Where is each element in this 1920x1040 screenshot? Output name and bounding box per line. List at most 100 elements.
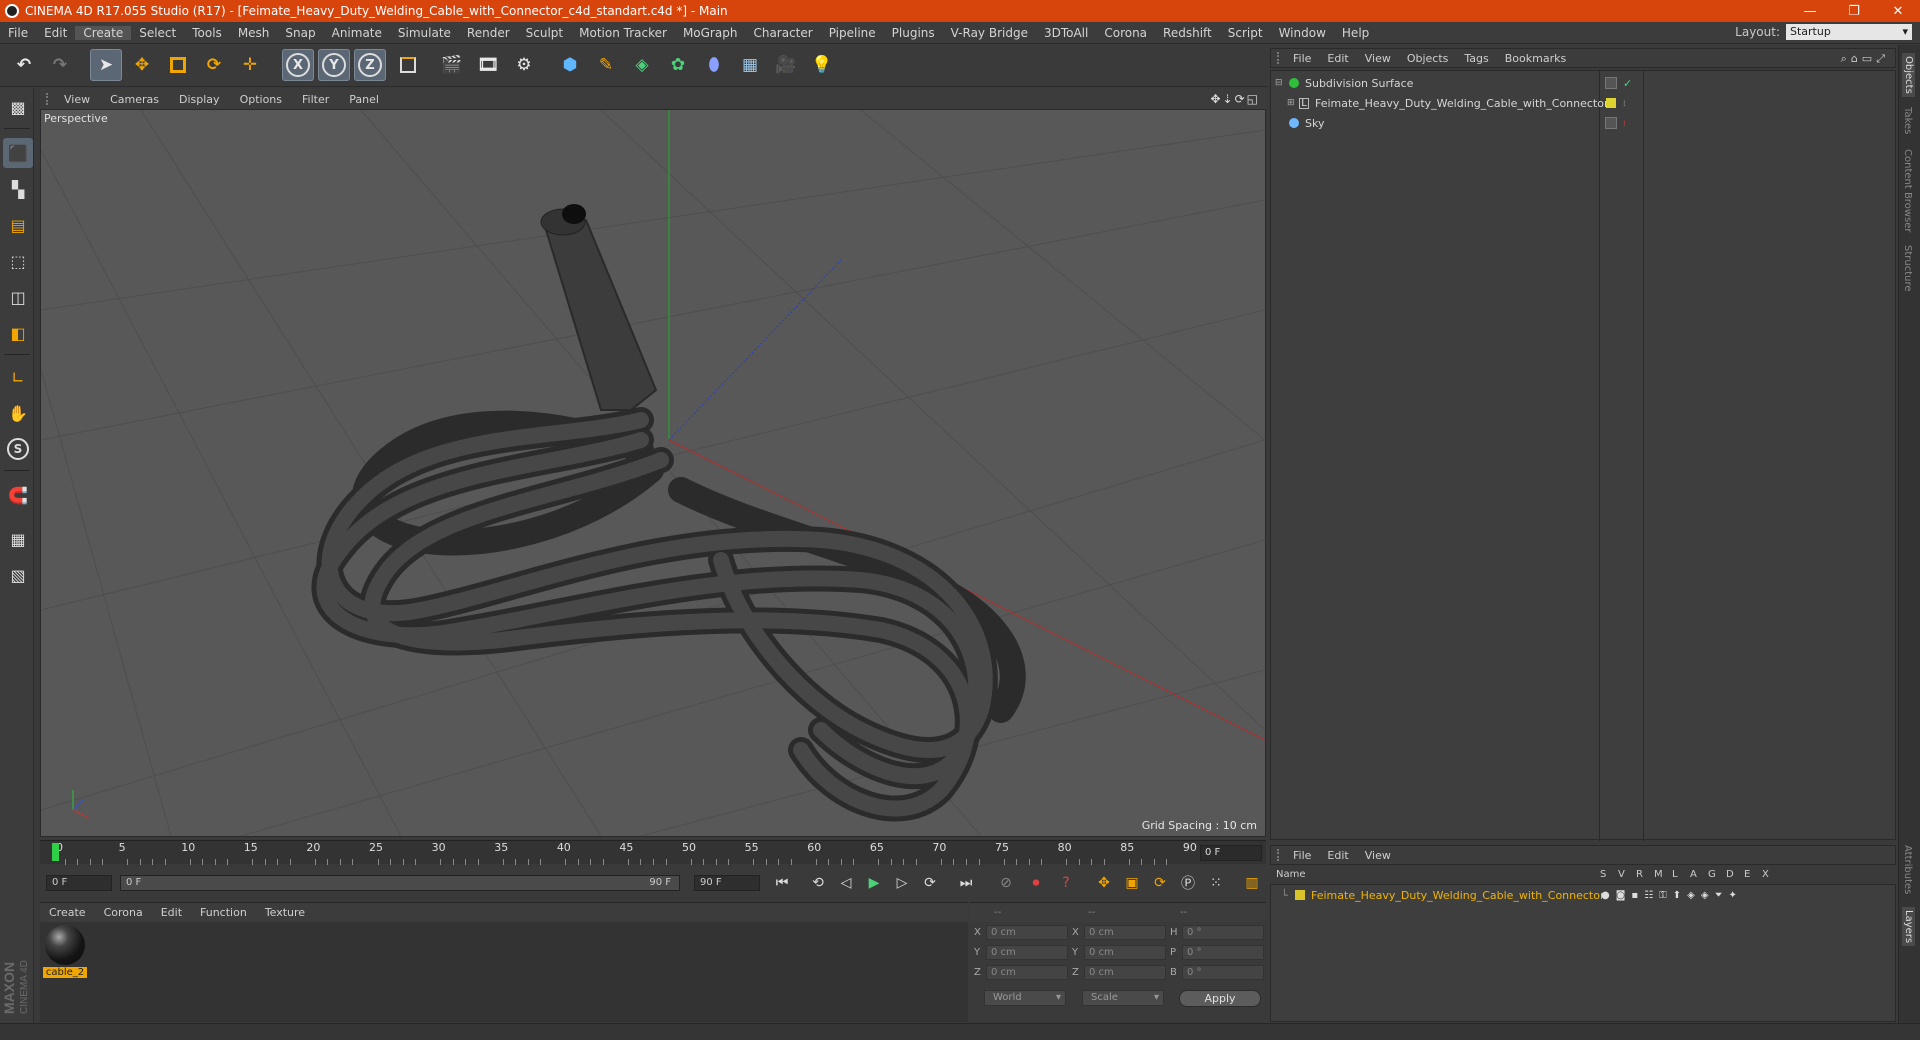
previous-key-icon[interactable]: ⟲ [806, 872, 830, 894]
magnet-icon[interactable]: 🧲 [3, 480, 33, 510]
editor-visibility-icon[interactable] [1605, 117, 1617, 129]
menu-animate[interactable]: Animate [324, 26, 390, 40]
menu-3dtoall[interactable]: 3DToAll [1036, 26, 1096, 40]
floor-icon[interactable]: ▦ [734, 49, 766, 81]
previous-frame-icon[interactable]: ◁ [834, 872, 858, 894]
layer-row[interactable]: └ Feimate_Heavy_Duty_Welding_Cable_with_… [1271, 885, 1895, 905]
start-frame-field[interactable]: 0 F [46, 875, 112, 891]
workplane-icon[interactable]: ▤ [3, 210, 33, 240]
go-to-end-icon[interactable]: ⏭ [954, 872, 978, 894]
autokey-icon[interactable]: ⏺ [1024, 872, 1048, 894]
tweak-icon[interactable]: ✋ [3, 398, 33, 428]
viewport-menu-view[interactable]: View [54, 93, 100, 106]
visibility-dots-icon[interactable]: ⁞ [1623, 99, 1626, 108]
points-mode-icon[interactable]: ⬚ [3, 246, 33, 276]
layer-flags-icon[interactable]: ●◙▪☷⚿⬆◈◈⏷✦ [1601, 890, 1743, 901]
menu-mesh[interactable]: Mesh [230, 26, 278, 40]
menu-create[interactable]: Create [75, 25, 132, 40]
menu-sculpt[interactable]: Sculpt [518, 26, 571, 40]
menu-window[interactable]: Window [1271, 26, 1334, 40]
rotate-icon[interactable]: ⟳ [198, 49, 230, 81]
object-menu-bookmarks[interactable]: Bookmarks [1497, 52, 1574, 65]
keyframe-selection-icon[interactable]: ? [1054, 872, 1078, 894]
move-icon[interactable]: ✥ [126, 49, 158, 81]
rot-h-field[interactable]: 0 ° [1182, 925, 1264, 940]
material-menu-function[interactable]: Function [191, 906, 256, 919]
world-coord-icon[interactable] [392, 49, 424, 81]
pen-icon[interactable]: ✎ [590, 49, 622, 81]
panel-grip[interactable] [1277, 849, 1285, 861]
menu-pipeline[interactable]: Pipeline [821, 26, 884, 40]
polygons-mode-icon[interactable]: ◧ [3, 318, 33, 348]
menu-redshift[interactable]: Redshift [1155, 26, 1220, 40]
expand-icon[interactable]: ⊞ [1287, 98, 1295, 108]
x-axis-icon[interactable]: X [282, 49, 314, 81]
size-x-field[interactable]: 0 cm [1084, 925, 1166, 940]
go-to-start-icon[interactable]: ⏮ [770, 872, 794, 894]
snap-grid-icon[interactable]: ▦ [3, 524, 33, 554]
panel-grip[interactable] [1277, 52, 1285, 64]
live-select-icon[interactable]: ✛ [234, 49, 266, 81]
coordinate-mode-dropdown[interactable]: World [984, 990, 1066, 1006]
key-rotation-icon[interactable]: ⟳ [1148, 872, 1172, 894]
frame-ruler[interactable]: 0 5 10 15 20 25 30 35 40 45 50 55 60 65 70 75 80 85 90 [52, 841, 1197, 865]
layer-menu-file[interactable]: File [1285, 849, 1319, 862]
panel-grip[interactable] [46, 93, 54, 105]
object-menu-tags[interactable]: Tags [1456, 52, 1496, 65]
frame-range-slider[interactable]: 0 F 90 F [120, 875, 680, 891]
layer-color-swatch[interactable] [1295, 890, 1305, 900]
layer-menu-view[interactable]: View [1357, 849, 1399, 862]
make-editable-icon[interactable]: ▩ [3, 92, 33, 122]
end-frame-field[interactable]: 90 F [694, 875, 760, 891]
record-keys-icon[interactable]: ⊘ [994, 872, 1018, 894]
menu-help[interactable]: Help [1334, 26, 1377, 40]
restore-icon[interactable]: ❐ [1832, 4, 1876, 19]
object-menu-file[interactable]: File [1285, 52, 1319, 65]
size-mode-dropdown[interactable]: Scale [1082, 990, 1164, 1006]
menu-script[interactable]: Script [1220, 26, 1271, 40]
model-mode-icon[interactable]: ⬛ [3, 138, 33, 168]
redo-icon[interactable]: ↷ [44, 49, 76, 81]
deformer-icon[interactable]: ⬮ [698, 49, 730, 81]
viewport-menu-filter[interactable]: Filter [292, 93, 339, 106]
rot-b-field[interactable]: 0 ° [1182, 965, 1264, 980]
render-settings-icon[interactable]: ⚙ [508, 49, 540, 81]
material-swatch[interactable]: cable_2 [43, 925, 87, 979]
menu-mograph[interactable]: MoGraph [675, 26, 746, 40]
material-menu-texture[interactable]: Texture [256, 906, 314, 919]
z-axis-icon[interactable]: Z [354, 49, 386, 81]
close-icon[interactable]: ✕ [1876, 4, 1920, 19]
menu-select[interactable]: Select [131, 26, 184, 40]
object-manager-tools-icon[interactable]: ⌕⌂▭⤢ [1841, 52, 1889, 66]
scale-icon[interactable] [162, 49, 194, 81]
pos-y-field[interactable]: 0 cm [986, 945, 1068, 960]
subdivision-icon[interactable]: ◈ [626, 49, 658, 81]
viewport-perspective[interactable]: Perspective Grid Spacing: 10 cm [40, 109, 1266, 837]
pos-x-field[interactable]: 0 cm [986, 925, 1068, 940]
tab-content-browser[interactable]: Content Browser [1902, 149, 1913, 232]
edges-mode-icon[interactable]: ◫ [3, 282, 33, 312]
key-scale-icon[interactable]: ▣ [1120, 872, 1144, 894]
menu-character[interactable]: Character [745, 26, 820, 40]
play-forward-icon[interactable]: ▶ [862, 872, 886, 894]
viewport-menu-display[interactable]: Display [169, 93, 230, 106]
viewport-menu-options[interactable]: Options [230, 93, 292, 106]
menu-render[interactable]: Render [459, 26, 518, 40]
material-menu-create[interactable]: Create [40, 906, 95, 919]
y-axis-icon[interactable]: Y [318, 49, 350, 81]
solo-icon[interactable]: S [3, 434, 33, 464]
editor-visibility-icon[interactable] [1605, 77, 1617, 89]
pos-z-field[interactable]: 0 cm [986, 965, 1068, 980]
material-menu-corona[interactable]: Corona [95, 906, 152, 919]
texture-mode-icon[interactable]: ▚ [3, 174, 33, 204]
render-picture-viewer-icon[interactable]: 🎞 [472, 49, 504, 81]
layout-dropdown[interactable]: Startup [1786, 24, 1912, 40]
tab-layers[interactable]: Layers [1902, 907, 1915, 947]
menu-simulate[interactable]: Simulate [390, 26, 459, 40]
object-menu-view[interactable]: View [1357, 52, 1399, 65]
menu-plugins[interactable]: Plugins [884, 26, 943, 40]
tab-attributes[interactable]: Attributes [1902, 845, 1913, 894]
layer-menu-edit[interactable]: Edit [1319, 849, 1356, 862]
snap-lock-icon[interactable]: ▧ [3, 560, 33, 590]
apply-button[interactable]: Apply [1179, 990, 1261, 1007]
